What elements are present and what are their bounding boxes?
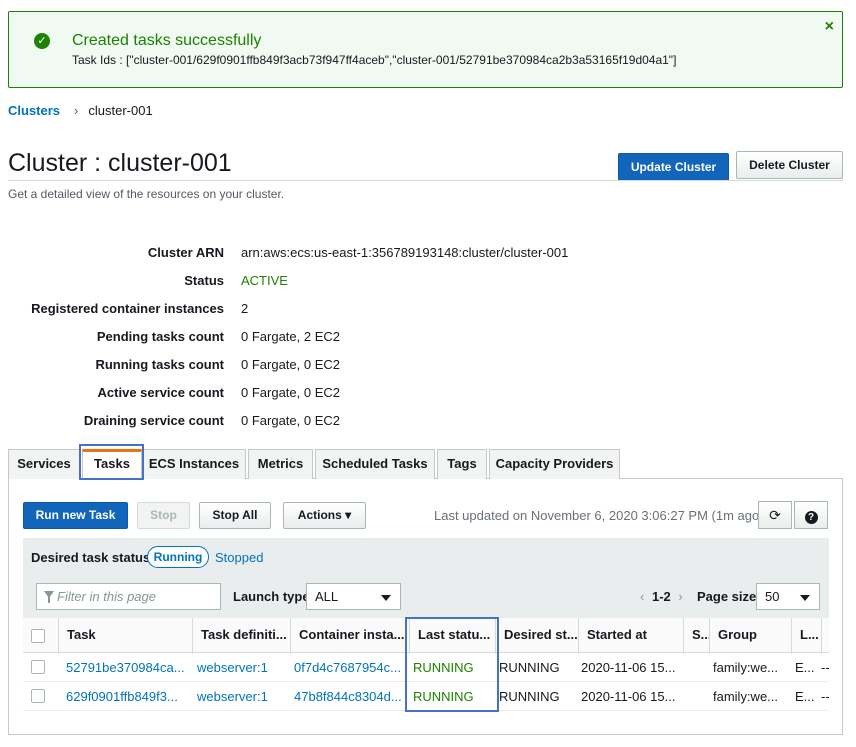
detail-label: Pending tasks count xyxy=(96,329,224,344)
detail-row-cluster-arn: Cluster ARN arn:aws:ecs:us-east-1:356789… xyxy=(8,245,708,263)
tab-capacity-providers[interactable]: Capacity Providers xyxy=(489,449,620,479)
desired-status-cell: RUNNING xyxy=(499,689,560,704)
last-status-column-highlight xyxy=(405,617,499,712)
page-subtitle: Get a detailed view of the resources on … xyxy=(8,187,285,201)
column-header-container-instance[interactable]: Container insta... xyxy=(290,618,405,654)
help-button[interactable]: ? xyxy=(794,501,828,529)
pagination: ‹ 1-2 › xyxy=(640,589,683,604)
header-divider xyxy=(8,180,843,181)
task-id-link[interactable]: 629f0901ffb849f3... xyxy=(60,682,188,711)
task-id-link[interactable]: 52791be370984ca... xyxy=(60,653,188,682)
tab-metrics[interactable]: Metrics xyxy=(248,449,313,479)
caret-down-icon xyxy=(381,595,391,601)
detail-value: 2 xyxy=(241,301,249,316)
flash-title: Created tasks successfully xyxy=(72,32,262,49)
success-flash-banner: ✓ Created tasks successfully Task Ids : … xyxy=(8,11,843,88)
check-circle-icon: ✓ xyxy=(34,33,50,49)
column-header-started-at[interactable]: Started at xyxy=(578,618,683,654)
column-header-task-definition[interactable]: Task definiti... xyxy=(192,618,290,654)
launch-type-value: ALL xyxy=(315,589,339,604)
column-header-l[interactable]: L... xyxy=(791,618,821,654)
started-at-cell: 2020-11-06 15... xyxy=(581,660,676,675)
desired-status-label: Desired task status: xyxy=(31,550,155,565)
detail-label: Running tasks count xyxy=(95,357,224,372)
detail-row-active-services: Active service count 0 Fargate, 0 EC2 xyxy=(8,385,708,403)
s-cell xyxy=(680,653,706,682)
tab-scheduled-tasks[interactable]: Scheduled Tasks xyxy=(315,449,435,479)
page-title: Cluster : cluster-001 xyxy=(8,149,232,177)
filter-funnel-icon xyxy=(44,591,54,603)
breadcrumb-separator-icon: › xyxy=(74,103,79,118)
detail-row-pending-tasks: Pending tasks count 0 Fargate, 2 EC2 xyxy=(8,329,708,347)
next-page-icon[interactable]: › xyxy=(678,589,682,604)
tasks-tab-highlight xyxy=(79,444,144,480)
tab-services[interactable]: Services xyxy=(8,449,80,479)
row-checkbox[interactable] xyxy=(31,689,45,703)
s-cell xyxy=(680,682,706,711)
launch-type-label: Launch type xyxy=(233,589,310,604)
detail-label: Draining service count xyxy=(83,413,224,428)
detail-value: 0 Fargate, 0 EC2 xyxy=(241,385,340,400)
group-cell: family:we... xyxy=(713,689,779,704)
caret-down-icon: ▾ xyxy=(345,508,352,522)
actions-label: Actions xyxy=(297,508,342,522)
column-header-desired-status[interactable]: Desired st... xyxy=(495,618,578,654)
detail-label: Registered container instances xyxy=(31,301,224,316)
last-updated-text: Last updated on November 6, 2020 3:06:27… xyxy=(434,508,764,523)
select-all-checkbox[interactable] xyxy=(31,629,45,643)
prev-page-icon[interactable]: ‹ xyxy=(640,589,644,604)
tab-ecs-instances[interactable]: ECS Instances xyxy=(142,449,246,479)
stop-button[interactable]: Stop xyxy=(137,502,190,529)
detail-label: Status xyxy=(184,273,224,288)
update-cluster-button[interactable]: Update Cluster xyxy=(618,153,729,181)
detail-value: arn:aws:ecs:us-east-1:356789193148:clust… xyxy=(241,245,569,260)
page-size-label: Page size xyxy=(697,589,757,604)
column-header-s[interactable]: S... xyxy=(683,618,709,654)
filter-input[interactable]: Filter in this page xyxy=(36,583,221,610)
task-definition-link[interactable]: webserver:1 xyxy=(191,682,286,711)
container-instance-link[interactable]: 47b8f844c8304d... xyxy=(288,682,402,711)
desired-status-cell: RUNNING xyxy=(499,660,560,675)
overflow-cell: -- xyxy=(821,689,829,704)
detail-label: Cluster ARN xyxy=(147,245,224,260)
detail-label: Active service count xyxy=(97,385,224,400)
run-new-task-button[interactable]: Run new Task xyxy=(23,502,128,529)
refresh-icon: ⟳ xyxy=(769,507,781,523)
actions-button[interactable]: Actions ▾ xyxy=(283,502,366,529)
column-header-group[interactable]: Group xyxy=(709,618,791,654)
overflow-cell: -- xyxy=(821,660,829,675)
breadcrumb-current: cluster-001 xyxy=(88,103,153,118)
group-cell: family:we... xyxy=(713,660,779,675)
flash-task-ids: Task Ids : ["cluster-001/629f0901ffb849f… xyxy=(72,53,677,67)
page-size-select[interactable]: 50 xyxy=(756,583,820,610)
stop-all-button[interactable]: Stop All xyxy=(199,502,271,529)
detail-value: 0 Fargate, 0 EC2 xyxy=(241,357,340,372)
container-instance-link[interactable]: 0f7d4c7687954c... xyxy=(288,653,402,682)
detail-value: 0 Fargate, 0 EC2 xyxy=(241,413,340,428)
breadcrumb-clusters-link[interactable]: Clusters xyxy=(8,103,60,118)
help-icon: ? xyxy=(804,511,818,524)
started-at-cell: 2020-11-06 15... xyxy=(581,689,676,704)
detail-value: 0 Fargate, 2 EC2 xyxy=(241,329,340,344)
column-header-overflow xyxy=(821,618,830,654)
running-filter-pill[interactable]: Running xyxy=(147,546,209,568)
delete-cluster-button[interactable]: Delete Cluster xyxy=(736,151,843,179)
launch-type-select[interactable]: ALL xyxy=(306,583,401,610)
status-value: ACTIVE xyxy=(241,273,288,288)
refresh-button[interactable]: ⟳ xyxy=(758,501,792,529)
detail-row-draining-services: Draining service count 0 Fargate, 0 EC2 xyxy=(8,413,708,431)
detail-row-running-tasks: Running tasks count 0 Fargate, 0 EC2 xyxy=(8,357,708,375)
detail-row-status: Status ACTIVE xyxy=(8,273,708,291)
breadcrumb: Clusters › cluster-001 xyxy=(8,103,153,118)
stopped-filter-link[interactable]: Stopped xyxy=(215,550,263,565)
task-definition-link[interactable]: webserver:1 xyxy=(191,653,286,682)
close-icon[interactable]: × xyxy=(825,18,834,36)
row-checkbox[interactable] xyxy=(31,660,45,674)
detail-row-registered-instances: Registered container instances 2 xyxy=(8,301,708,319)
tab-tags[interactable]: Tags xyxy=(437,449,487,479)
caret-down-icon xyxy=(800,595,810,601)
page-size-value: 50 xyxy=(765,589,780,604)
page-range: 1-2 xyxy=(651,589,671,604)
column-header-task[interactable]: Task xyxy=(58,618,193,654)
